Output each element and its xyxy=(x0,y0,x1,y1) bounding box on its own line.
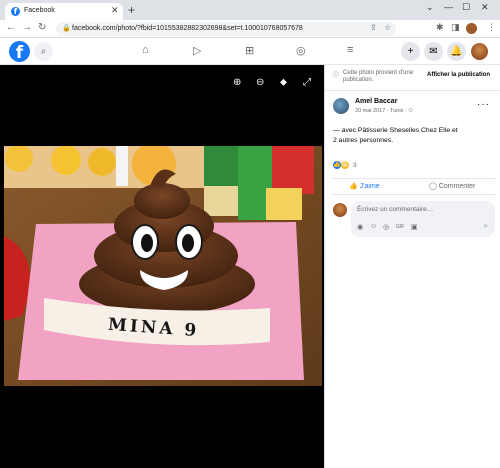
post-side-panel: ⓘ Cette photo provient d'une publication… xyxy=(324,65,500,468)
camera-icon[interactable]: ◎ xyxy=(383,223,389,231)
comment-bubble-icon: ◯ xyxy=(429,183,437,190)
new-tab-icon[interactable]: + xyxy=(128,3,135,17)
menu-icon[interactable]: ≡ xyxy=(347,44,353,56)
tab-search-icon[interactable]: ⌄ xyxy=(426,2,434,13)
create-plus-icon[interactable]: + xyxy=(401,42,420,61)
address-bar[interactable]: 🔒 facebook.com/photo/?fbid=1015538288230… xyxy=(56,22,396,36)
forward-icon[interactable]: → xyxy=(22,22,32,33)
reload-icon[interactable]: ↻ xyxy=(38,22,46,33)
post-text-line[interactable]: 2 autres personnes. xyxy=(333,136,493,146)
search-icon[interactable]: ⌕ xyxy=(34,42,53,61)
post-notice-bar: ⓘ Cette photo provient d'une publication… xyxy=(325,65,500,91)
browser-profile-avatar[interactable] xyxy=(466,23,477,34)
zoom-out-icon[interactable]: ⊖ xyxy=(256,77,264,88)
side-panel-icon[interactable]: ◨ xyxy=(451,22,460,33)
emoji-icon[interactable]: ☺ xyxy=(370,223,377,230)
cake-photo: MINA 9 xyxy=(4,146,322,386)
reaction-count[interactable]: 3 xyxy=(353,162,357,169)
commenter-avatar xyxy=(333,203,347,217)
post-notice-text: Cette photo provient d'une publication. xyxy=(343,70,414,83)
close-window-icon[interactable]: ✕ xyxy=(481,2,489,13)
messenger-icon[interactable]: ✉ xyxy=(424,42,443,61)
marketplace-icon[interactable]: ⊞ xyxy=(245,44,254,57)
post-meta: 20 mai 2017 · Tunis · ⚇ xyxy=(355,108,414,114)
back-icon[interactable]: ← xyxy=(6,22,16,33)
send-icon[interactable]: ➤ xyxy=(483,222,489,230)
cake-illustration xyxy=(4,146,322,386)
comment-input[interactable]: Écrivez un commentaire… ◉ ☺ ◎ GIF ▣ ➤ xyxy=(351,201,495,237)
post-text: — avec Pâtisserie Sheselles Chez Elle et… xyxy=(333,126,493,146)
extensions-icon[interactable]: ✱ xyxy=(436,22,444,33)
maximize-icon[interactable]: ☐ xyxy=(462,2,470,13)
show-publication-link[interactable]: Afficher la publication xyxy=(427,72,490,78)
tab-title: Facebook xyxy=(24,7,55,14)
bookmark-star-icon[interactable]: ☆ xyxy=(384,23,391,32)
author-name[interactable]: Amel Baccar xyxy=(355,98,397,105)
facebook-favicon-icon: f xyxy=(11,7,20,16)
browser-toolbar: ← → ↻ 🔒 facebook.com/photo/?fbid=1015538… xyxy=(0,20,500,38)
comment-button[interactable]: ◯ Commenter xyxy=(429,182,475,190)
watch-icon[interactable]: ▷ xyxy=(193,44,201,57)
home-icon[interactable]: ⌂ xyxy=(142,44,149,56)
gif-icon[interactable]: GIF xyxy=(396,224,404,230)
url-text[interactable]: facebook.com/photo/?fbid=101553828823026… xyxy=(72,25,303,32)
post-actions: 👍 J'aime ◯ Commenter xyxy=(331,178,495,195)
more-options-icon[interactable]: ··· xyxy=(477,99,490,110)
like-reaction-icon[interactable]: 👍 xyxy=(333,161,341,169)
zoom-in-icon[interactable]: ⊕ xyxy=(233,77,241,88)
groups-icon[interactable]: ◎ xyxy=(296,44,306,57)
lock-icon[interactable]: 🔒 xyxy=(62,24,71,32)
comment-label: Commenter xyxy=(438,183,476,190)
notifications-bell-icon[interactable]: 🔔 xyxy=(447,42,466,61)
browser-tab[interactable]: f Facebook ✕ xyxy=(5,3,123,20)
sticker-icon[interactable]: ▣ xyxy=(411,223,418,231)
avatar-sticker-icon[interactable]: ◉ xyxy=(357,223,363,231)
fullscreen-icon[interactable]: ⤢ xyxy=(303,77,311,88)
browser-menu-icon[interactable]: ⋮ xyxy=(487,22,496,33)
minimize-icon[interactable]: — xyxy=(444,2,453,12)
thumbs-up-icon: 👍 xyxy=(349,183,358,190)
close-tab-icon[interactable]: ✕ xyxy=(111,5,119,16)
comment-placeholder: Écrivez un commentaire… xyxy=(357,206,434,213)
like-button[interactable]: 👍 J'aime xyxy=(349,182,380,190)
account-avatar[interactable] xyxy=(471,43,488,60)
info-icon: ⓘ xyxy=(333,73,340,79)
share-icon[interactable]: ⇪ xyxy=(370,23,377,32)
facebook-logo-icon[interactable]: f xyxy=(9,41,30,63)
browser-tabstrip: f Facebook ✕ + ⌄ — ☐ ✕ xyxy=(0,0,500,20)
author-avatar[interactable] xyxy=(333,98,349,114)
photo-viewer: ⊕ ⊖ ⬥ ⤢ MINA 9 xyxy=(0,65,324,468)
facebook-navbar: f ⌕ ⌂ ▷ ⊞ ◎ ≡ + ✉ 🔔 xyxy=(0,38,500,65)
post-text-line[interactable]: — avec Pâtisserie Sheselles Chez Elle et xyxy=(333,126,493,136)
tag-icon[interactable]: ⬥ xyxy=(280,77,287,88)
haha-reaction-icon[interactable]: 😆 xyxy=(341,161,349,169)
like-label: J'aime xyxy=(359,183,380,190)
